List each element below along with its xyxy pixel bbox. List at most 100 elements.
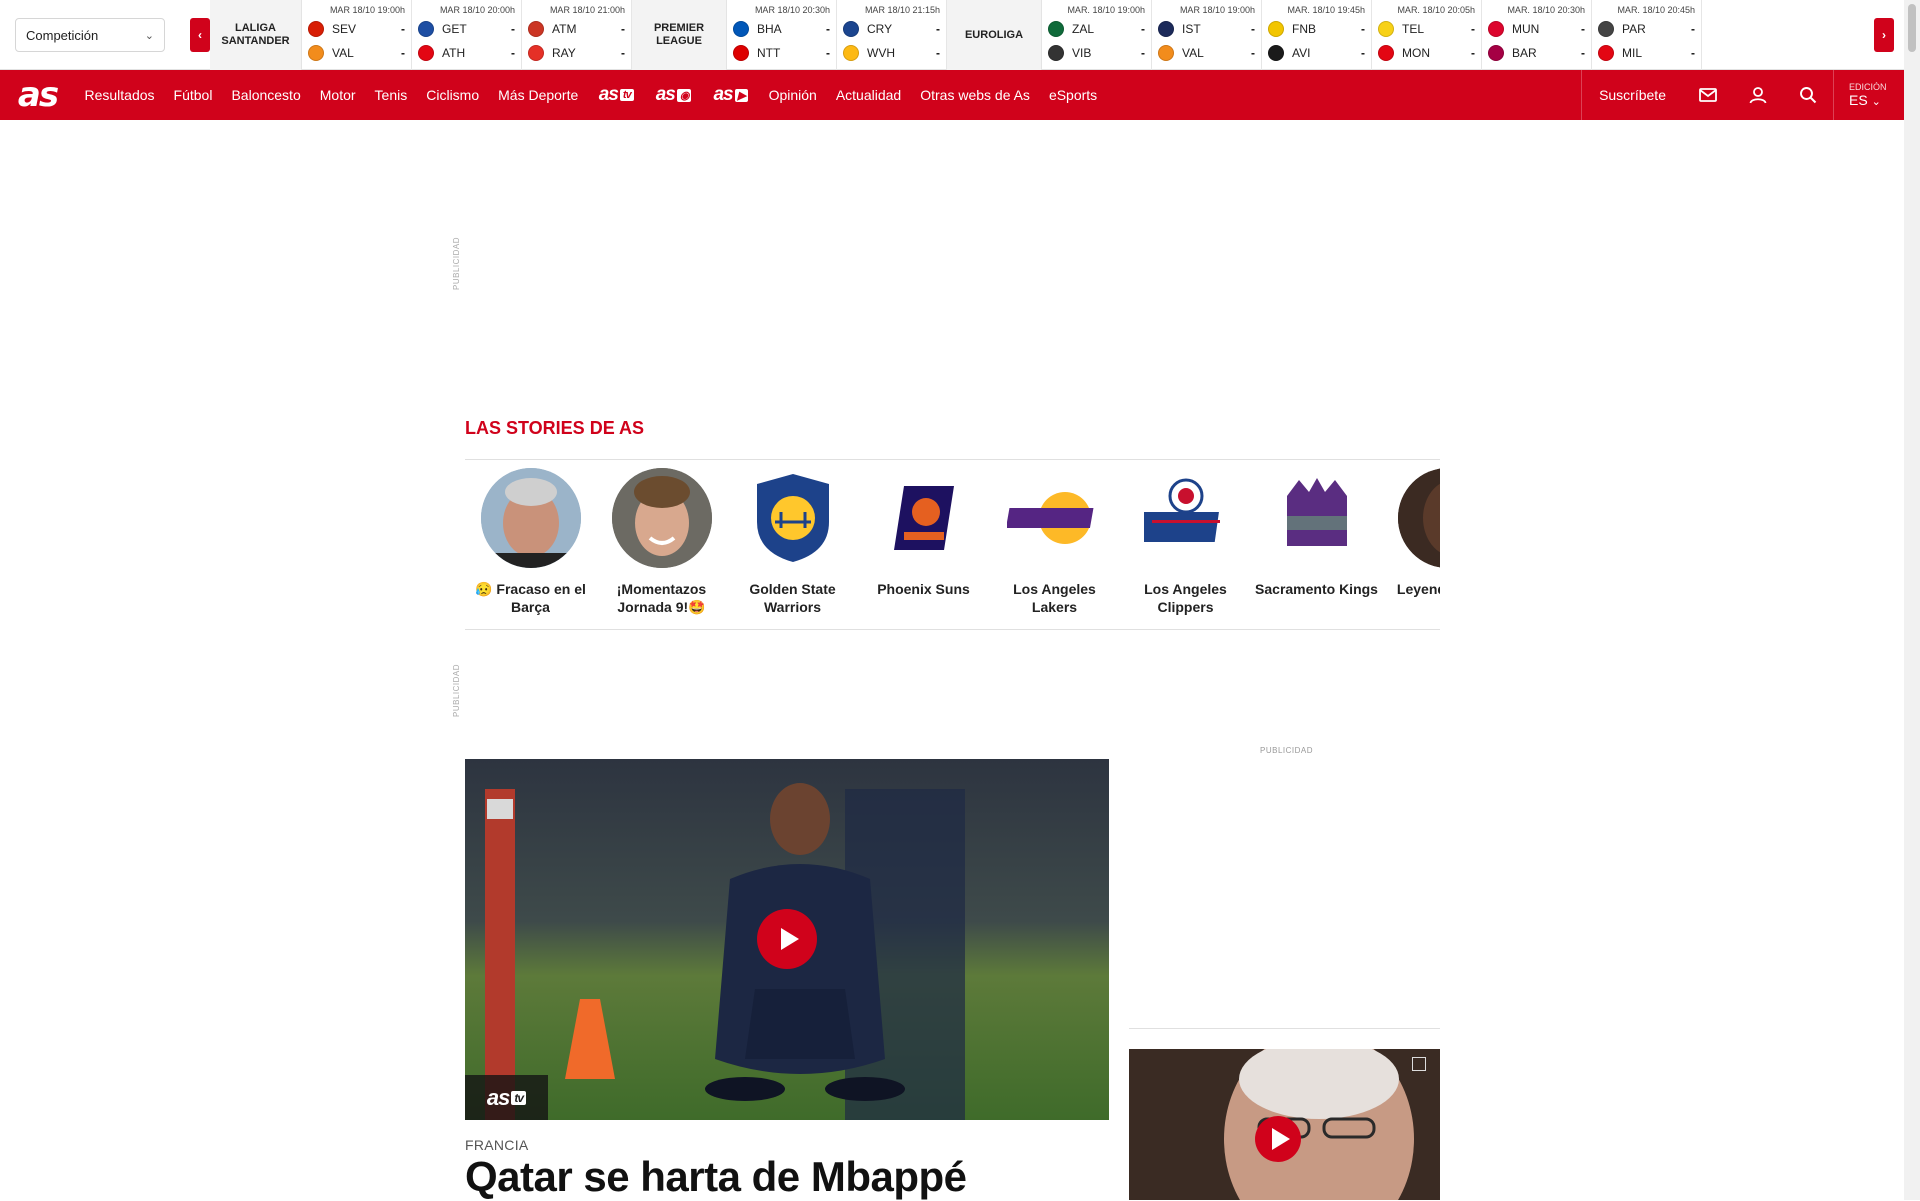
nav-item[interactable]: Motor — [310, 87, 365, 103]
team-crest-icon — [418, 45, 434, 61]
match-time: MAR. 18/10 20:45h — [1617, 5, 1695, 15]
match-time: MAR 18/10 20:00h — [439, 5, 515, 15]
match-card[interactable]: MAR. 18/10 20:45h PAR - MIL - — [1592, 0, 1702, 70]
match-card[interactable]: MAR 18/10 19:00h SEV - VAL - — [302, 0, 412, 70]
chevron-down-icon: ⌄ — [1871, 96, 1881, 108]
story-item[interactable]: Leyendas mate — [1382, 468, 1440, 598]
team-score: - — [1471, 22, 1475, 36]
match-card[interactable]: MAR. 18/10 20:30h MUN - BAR - — [1482, 0, 1592, 70]
match-card[interactable]: MAR 18/10 20:00h GET - ATH - — [412, 0, 522, 70]
team-score: - — [1581, 22, 1585, 36]
team-score: - — [621, 46, 625, 60]
nav-item[interactable]: Otras webs de As — [911, 87, 1040, 103]
nav-item[interactable]: Tenis — [365, 87, 417, 103]
team-abbr: ATM — [552, 22, 577, 36]
story-item[interactable]: Golden State Warriors — [727, 468, 858, 616]
team-abbr: TEL — [1402, 22, 1425, 36]
story-caption: Los Angeles Lakers — [1013, 581, 1096, 615]
match-card[interactable]: MAR 18/10 21:15h CRY - WVH - — [837, 0, 947, 70]
nav-item[interactable]: Baloncesto — [222, 87, 310, 103]
story-thumbnail — [873, 468, 974, 568]
league-header[interactable]: LALIGA SANTANDER — [210, 0, 302, 70]
team-score: - — [1581, 46, 1585, 60]
nav-brand-link[interactable]: as tv — [588, 84, 645, 106]
article-kicker[interactable]: FRANCIA — [465, 1137, 529, 1153]
story-thumbnail — [1266, 468, 1367, 568]
team-abbr: RAY — [552, 46, 576, 60]
scores-next-button[interactable]: › — [1874, 18, 1894, 52]
story-item[interactable]: Los Angeles Lakers — [989, 468, 1120, 616]
story-item[interactable]: Los Angeles Clippers — [1120, 468, 1251, 616]
team-abbr: GET — [442, 22, 467, 36]
story-item[interactable]: Phoenix Suns — [858, 468, 989, 598]
chevron-down-icon: ⌄ — [144, 29, 154, 42]
nav-item[interactable]: Opinión — [759, 87, 826, 103]
league-header[interactable]: EUROLIGA — [947, 0, 1042, 70]
team-crest-icon — [1598, 45, 1614, 61]
team-score: - — [1361, 46, 1365, 60]
nav-item[interactable]: Ciclismo — [417, 87, 489, 103]
nav-brand-link[interactable]: as ◉ — [645, 84, 703, 106]
match-card[interactable]: MAR 18/10 19:00h IST - VAL - — [1152, 0, 1262, 70]
team-abbr: VIB — [1072, 46, 1092, 60]
play-button[interactable] — [757, 909, 817, 969]
match-card[interactable]: MAR. 18/10 19:45h FNB - AVI - — [1262, 0, 1372, 70]
nav-item[interactable]: eSports — [1039, 87, 1106, 103]
sidebar-video-thumbnail[interactable] — [1129, 1049, 1440, 1200]
scores-track: LALIGA SANTANDER MAR 18/10 19:00h SEV - VAL -… — [210, 0, 1874, 70]
stories-carousel: 😥 Fracaso en el Barça ¡Momentazos Jornada… — [465, 460, 1440, 630]
match-time: MAR 18/10 21:15h — [864, 5, 940, 15]
team-row: GET - — [418, 17, 515, 41]
team-abbr: PAR — [1622, 22, 1646, 36]
team-crest-icon — [1268, 45, 1284, 61]
nav-item[interactable]: Resultados — [75, 87, 164, 103]
story-item[interactable]: 😥 Fracaso en el Barça — [465, 468, 596, 616]
team-abbr: BAR — [1512, 46, 1537, 60]
nav-item[interactable]: Actualidad — [826, 87, 910, 103]
team-abbr: IST — [1182, 22, 1201, 36]
subscribe-link[interactable]: Suscríbete — [1582, 87, 1683, 103]
competition-select[interactable]: Competición ⌄ — [15, 18, 165, 52]
nav-brand-main: as — [655, 84, 676, 105]
scores-prev-button[interactable]: ‹ — [190, 18, 210, 52]
nav-item[interactable]: Más Deporte — [489, 87, 588, 103]
league-header[interactable]: PREMIER LEAGUE — [632, 0, 727, 70]
edition-selector[interactable]: EDICIÓN ES ⌄ — [1834, 70, 1904, 120]
story-thumbnail — [742, 468, 843, 568]
story-item[interactable]: ¡Momentazos Jornada 9!🤩 — [596, 468, 727, 616]
story-caption: Los Angeles Clippers — [1144, 581, 1227, 615]
stories-title: LAS STORIES DE AS — [465, 418, 1440, 460]
edition-label: EDICIÓN — [1849, 82, 1887, 92]
article-headline[interactable]: Qatar se harta de Mbappé — [465, 1153, 967, 1201]
match-card[interactable]: MAR. 18/10 19:00h ZAL - VIB - — [1042, 0, 1152, 70]
team-crest-icon — [308, 45, 324, 61]
story-item[interactable]: Sacramento Kings — [1251, 468, 1382, 598]
main-video-thumbnail[interactable]: as tv — [465, 759, 1109, 1120]
play-button[interactable] — [1255, 1116, 1301, 1162]
scrollbar[interactable] — [1904, 0, 1920, 1200]
team-crest-icon — [1598, 21, 1614, 37]
mail-icon[interactable] — [1683, 70, 1733, 120]
nav-brand-link[interactable]: as ▶ — [702, 84, 759, 106]
team-crest-icon — [1488, 45, 1504, 61]
nav-item[interactable]: Fútbol — [164, 87, 222, 103]
search-icon[interactable] — [1783, 70, 1833, 120]
team-row: PAR - — [1598, 17, 1695, 41]
match-card[interactable]: MAR 18/10 21:00h ATM - RAY - — [522, 0, 632, 70]
team-row: BHA - — [733, 17, 830, 41]
match-card[interactable]: MAR 18/10 20:30h BHA - NTT - — [727, 0, 837, 70]
story-caption: 😥 Fracaso en el Barça — [475, 581, 586, 615]
team-row: WVH - — [843, 41, 940, 65]
story-thumbnail — [1135, 468, 1236, 568]
main-nav: as Resultados Fútbol Baloncesto Motor Tenis C… — [0, 70, 1904, 120]
expand-icon[interactable] — [1412, 1057, 1426, 1071]
team-abbr: MON — [1402, 46, 1430, 60]
user-icon[interactable] — [1733, 70, 1783, 120]
team-row: VIB - — [1048, 41, 1145, 65]
team-abbr: ATH — [442, 46, 466, 60]
match-card[interactable]: MAR. 18/10 20:05h TEL - MON - — [1372, 0, 1482, 70]
team-row: TEL - — [1378, 17, 1475, 41]
scrollbar-thumb[interactable] — [1908, 4, 1916, 52]
as-logo[interactable]: as — [0, 70, 75, 120]
team-score: - — [1471, 46, 1475, 60]
